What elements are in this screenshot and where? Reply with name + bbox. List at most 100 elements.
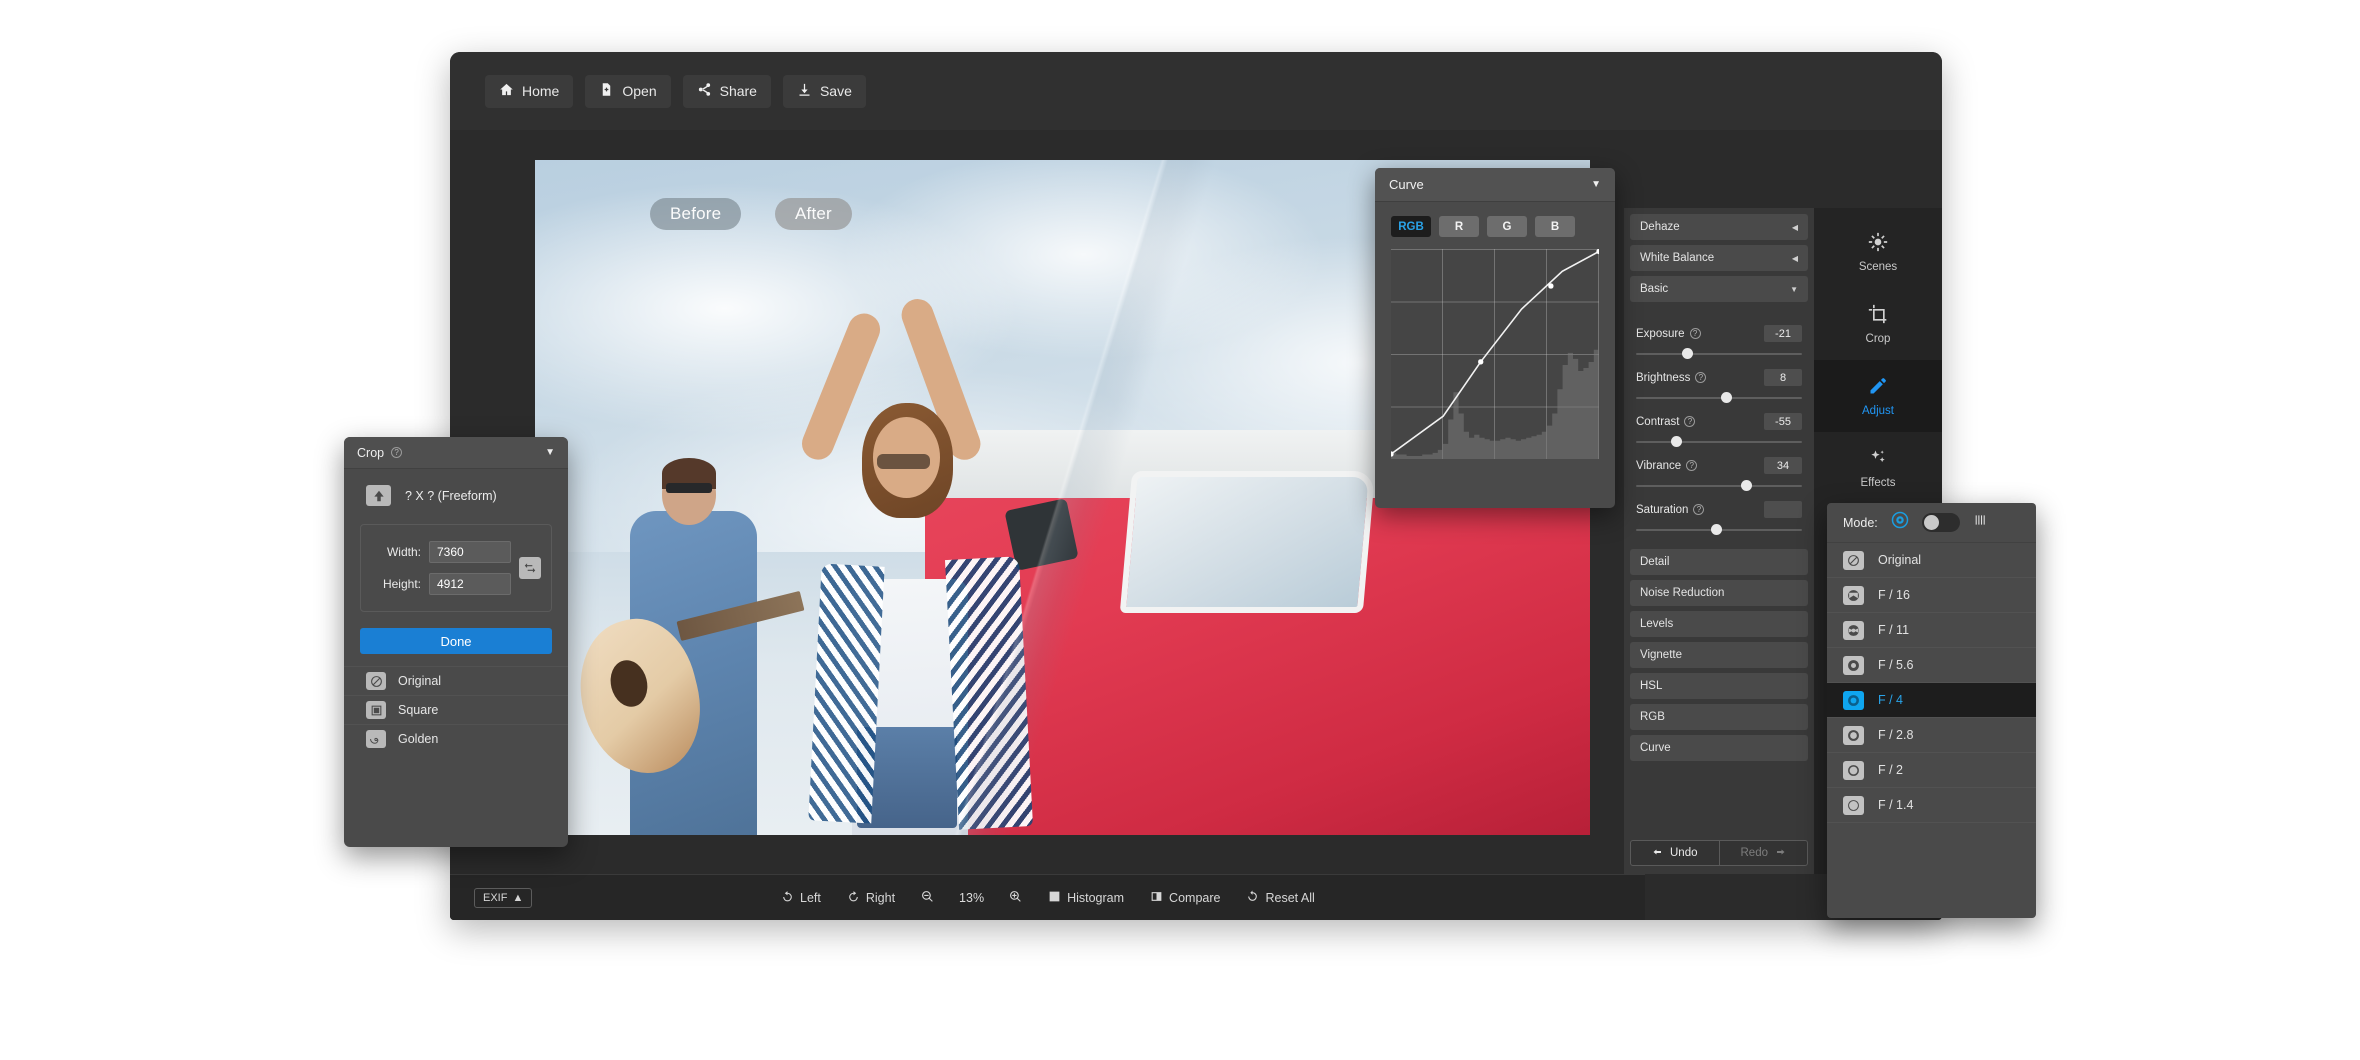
slider-exposure-knob[interactable] <box>1682 348 1693 359</box>
swap-dimensions-button[interactable] <box>519 557 541 579</box>
channel-tab-b[interactable]: B <box>1535 216 1575 237</box>
help-icon[interactable]: ? <box>1695 372 1706 383</box>
crop-title-group: Crop ? <box>357 446 402 460</box>
zoom-in-button[interactable] <box>996 883 1035 913</box>
channel-tab-g[interactable]: G <box>1487 216 1527 237</box>
aperture-item-f16[interactable]: F / 16 <box>1827 578 2036 613</box>
rotate-right-button[interactable]: Right <box>834 883 908 913</box>
chevron-down-icon[interactable]: ▼ <box>1591 179 1601 190</box>
help-icon[interactable]: ? <box>1693 504 1704 515</box>
slider-vibrance-value[interactable]: 34 <box>1764 457 1802 474</box>
curve-plot[interactable] <box>1391 249 1599 459</box>
crop-done-button[interactable]: Done <box>360 628 552 654</box>
nav-item-effects[interactable]: Effects <box>1814 432 1942 504</box>
zoom-out-button[interactable] <box>908 883 947 913</box>
section-rgb[interactable]: RGB <box>1630 704 1808 730</box>
slider-brightness-track[interactable] <box>1636 397 1802 399</box>
slider-brightness-knob[interactable] <box>1721 392 1732 403</box>
slider-saturation-track[interactable] <box>1636 529 1802 531</box>
aperture-item-f2[interactable]: F / 2 <box>1827 753 2036 788</box>
help-icon[interactable]: ? <box>1690 328 1701 339</box>
slider-exposure-value[interactable]: -21 <box>1764 325 1802 342</box>
crop-panel-titlebar[interactable]: Crop ? ▼ <box>344 437 568 469</box>
home-button-label: Home <box>522 83 559 99</box>
slider-saturation-label-wrap: Saturation ? <box>1636 504 1704 516</box>
crop-preset-original[interactable]: Original <box>344 666 568 695</box>
sparkles-icon <box>1868 448 1888 471</box>
compare-button[interactable]: Compare <box>1137 883 1233 913</box>
section-curve[interactable]: Curve <box>1630 735 1808 761</box>
undo-arrow-icon <box>1652 846 1664 861</box>
aperture-item-f11[interactable]: F / 11 <box>1827 613 2036 648</box>
crop-height-input[interactable]: 4912 <box>429 573 511 595</box>
slider-brightness-value[interactable]: 8 <box>1764 369 1802 386</box>
crop-preset-golden[interactable]: Golden <box>344 724 568 753</box>
section-white-balance[interactable]: White Balance ◀ <box>1630 245 1808 271</box>
help-icon[interactable]: ? <box>391 447 402 458</box>
nav-item-crop[interactable]: Crop <box>1814 288 1942 360</box>
undo-button[interactable]: Undo <box>1631 841 1720 865</box>
crop-preset-row[interactable]: ? X ? (Freeform) <box>344 469 568 520</box>
aperture-item-f28[interactable]: F / 2.8 <box>1827 718 2036 753</box>
slider-exposure-track[interactable] <box>1636 353 1802 355</box>
blur-mode-toggle[interactable] <box>1922 513 1960 532</box>
linear-blur-icon[interactable] <box>1973 512 1989 533</box>
section-levels[interactable]: Levels <box>1630 611 1808 637</box>
exif-toggle[interactable]: EXIF ▲ <box>474 888 532 908</box>
aperture-item-f14[interactable]: F / 1.4 <box>1827 788 2036 823</box>
zoom-level[interactable]: 13% <box>947 891 996 905</box>
slider-vibrance-label: Vibrance <box>1636 460 1681 472</box>
section-basic-label: Basic <box>1640 283 1668 295</box>
slider-contrast-knob[interactable] <box>1671 436 1682 447</box>
aperture-item-f4[interactable]: F / 4 <box>1827 683 2036 718</box>
slider-contrast-value[interactable]: -55 <box>1764 413 1802 430</box>
section-detail[interactable]: Detail <box>1630 549 1808 575</box>
section-hsl[interactable]: HSL <box>1630 673 1808 699</box>
radial-blur-icon[interactable] <box>1891 511 1909 534</box>
basic-sliders: Exposure ? -21 Brightness ? <box>1624 307 1814 535</box>
crop-size-box: Width: 7360 Height: 4912 <box>360 524 552 612</box>
crop-preset-square[interactable]: Square <box>344 695 568 724</box>
aperture-item-f56-label: F / 5.6 <box>1878 658 1913 672</box>
section-noise-reduction[interactable]: Noise Reduction <box>1630 580 1808 606</box>
undo-label: Undo <box>1670 847 1698 859</box>
slider-saturation-knob[interactable] <box>1711 524 1722 535</box>
slider-contrast: Contrast ? -55 <box>1636 413 1802 443</box>
slider-saturation-value[interactable] <box>1764 501 1802 518</box>
save-button[interactable]: Save <box>783 75 866 108</box>
crop-width-label: Width: <box>371 545 421 559</box>
open-button[interactable]: Open <box>585 75 670 108</box>
compare-icon <box>1150 890 1163 906</box>
redo-button[interactable]: Redo <box>1720 841 1808 865</box>
aperture-item-f14-label: F / 1.4 <box>1878 798 1913 812</box>
curve-panel-titlebar[interactable]: Curve ▼ <box>1375 168 1615 202</box>
curve-panel[interactable]: Curve ▼ RGB R G B <box>1375 168 1615 508</box>
reset-all-button[interactable]: Reset All <box>1233 883 1327 913</box>
channel-tab-rgb[interactable]: RGB <box>1391 216 1431 237</box>
nav-item-scenes[interactable]: Scenes <box>1814 216 1942 288</box>
no-symbol-icon <box>366 672 386 690</box>
histogram-button[interactable]: Histogram <box>1035 883 1137 913</box>
home-button[interactable]: Home <box>485 75 573 108</box>
aperture-item-original[interactable]: Original <box>1827 543 2036 578</box>
curve-graph[interactable] <box>1391 249 1599 459</box>
channel-tab-r[interactable]: R <box>1439 216 1479 237</box>
slider-contrast-track[interactable] <box>1636 441 1802 443</box>
zoom-in-icon <box>1009 890 1022 906</box>
share-button[interactable]: Share <box>683 75 771 108</box>
section-vignette[interactable]: Vignette <box>1630 642 1808 668</box>
crop-width-input[interactable]: 7360 <box>429 541 511 563</box>
chevron-down-icon[interactable]: ▼ <box>545 447 555 458</box>
slider-vibrance-knob[interactable] <box>1741 480 1752 491</box>
help-icon[interactable]: ? <box>1684 416 1695 427</box>
crop-panel[interactable]: Crop ? ▼ ? X ? (Freeform) Width: 7360 He… <box>344 437 568 847</box>
aperture-item-f56[interactable]: F / 5.6 <box>1827 648 2036 683</box>
rotate-left-button[interactable]: Left <box>768 883 834 913</box>
nav-item-adjust[interactable]: Adjust <box>1814 360 1942 432</box>
section-dehaze[interactable]: Dehaze ◀ <box>1630 214 1808 240</box>
help-icon[interactable]: ? <box>1686 460 1697 471</box>
section-basic[interactable]: Basic ▼ <box>1630 276 1808 302</box>
aperture-panel[interactable]: Mode: Original F / 16 F / 11 <box>1827 503 2036 918</box>
slider-vibrance-track[interactable] <box>1636 485 1802 487</box>
workspace: Before After EXIF ▲ Left Right <box>450 130 1942 920</box>
